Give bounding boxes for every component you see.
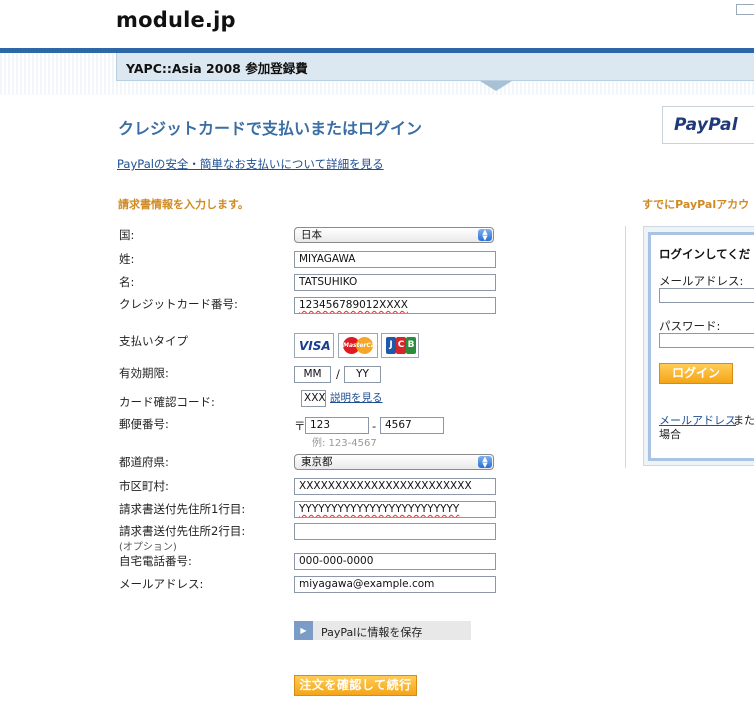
paypal-info-link[interactable]: PayPalの安全・簡単なお支払いについて詳細を見る [117, 156, 384, 172]
save-to-paypal-button[interactable]: ▶ PayPalに情報を保存 [294, 621, 471, 640]
email-input[interactable]: miyagawa@example.com [294, 576, 496, 593]
address1-input[interactable]: YYYYYYYYYYYYYYYYYYYYYYYYY [294, 501, 496, 518]
card-number-label: クレジットカード番号: [119, 297, 238, 311]
address2-label: 請求書送付先住所2行目: [119, 524, 246, 538]
country-label: 国: [119, 228, 135, 242]
column-divider [625, 226, 626, 468]
expiry-separator: / [336, 367, 340, 381]
mastercard-card-icon: MasterCard [338, 333, 382, 358]
expiry-label: 有効期限: [119, 366, 169, 380]
cvv-label: カード確認コード: [119, 395, 215, 409]
card-number-input[interactable]: 123456789012XXXX [294, 297, 496, 314]
city-input[interactable]: XXXXXXXXXXXXXXXXXXXXXXXX [294, 478, 496, 495]
banner-pointer-icon [480, 81, 512, 91]
forgot-text: また [733, 414, 754, 427]
first-name-input[interactable]: TATSUHIKO [294, 274, 496, 291]
paypal-logo-text: PayPal [674, 115, 738, 135]
postal-example-hint: 例: 123-4567 [312, 438, 377, 449]
country-select-value: 日本 [301, 229, 322, 241]
login-password-label: パスワード: [659, 319, 721, 333]
window-control[interactable] [736, 4, 754, 15]
login-title: ログインしてくだ [659, 247, 751, 261]
login-email-label: メールアドレス: [659, 274, 744, 288]
country-select[interactable]: 日本 ▲ ▼ [294, 227, 494, 243]
visa-logo-text: VISA [299, 339, 331, 353]
city-label: 市区町村: [119, 479, 169, 493]
email-label: メールアドレス: [119, 577, 204, 591]
phone-input[interactable]: 000-000-0000 [294, 553, 496, 570]
postal-separator: - [372, 419, 377, 433]
first-name-label: 名: [119, 275, 135, 289]
play-arrow-icon: ▶ [294, 621, 313, 640]
billing-section-heading: 請求書情報を入力します。 [118, 198, 249, 211]
merchant-title: YAPC::Asia 2008 参加登録費 [126, 61, 308, 76]
postal-label: 郵便番号: [119, 417, 169, 431]
mastercard-logo-text: MasterCard [343, 342, 383, 349]
last-name-label: 姓: [119, 252, 135, 266]
login-password-input[interactable] [659, 333, 754, 348]
address1-label: 請求書送付先住所1行目: [119, 502, 246, 516]
postal-code-part2-input[interactable]: 4567 [380, 417, 444, 434]
cvv-input[interactable]: XXX [301, 390, 326, 407]
select-arrows-icon: ▲ ▼ [478, 456, 492, 469]
postal-code-part1-input[interactable]: 123 [305, 417, 369, 434]
site-title: module.jp [116, 8, 236, 32]
login-button[interactable]: ログイン [659, 363, 733, 384]
page-title: クレジットカードで支払いまたはログイン [118, 119, 423, 138]
prefecture-select[interactable]: 東京都 ▲ ▼ [294, 454, 494, 470]
expiry-year-input[interactable]: YY [344, 366, 381, 383]
select-arrows-icon: ▲ ▼ [478, 229, 492, 242]
address2-optional-note: (オプション) [119, 542, 177, 553]
address2-input[interactable] [294, 523, 496, 540]
last-name-input[interactable]: MIYAGAWA [294, 251, 496, 268]
cvv-help-link[interactable]: 説明を見る [330, 390, 383, 405]
expiry-month-input[interactable]: MM [294, 366, 331, 383]
forgot-text-line2: 場合 [659, 428, 681, 441]
phone-label: 自宅電話番号: [119, 554, 192, 568]
prefecture-label: 都道府県: [119, 455, 169, 469]
paypal-logo: PayPal [662, 106, 754, 144]
existing-account-heading: すでにPayPalアカウ [642, 198, 750, 211]
save-to-paypal-label: PayPalに情報を保存 [321, 626, 423, 639]
visa-card-icon: VISA [294, 333, 334, 358]
jcb-card-icon: J C B [381, 333, 419, 358]
prefecture-select-value: 東京都 [301, 456, 333, 468]
payment-type-label: 支払いタイプ [119, 334, 188, 348]
login-email-input[interactable] [659, 288, 754, 303]
review-continue-button[interactable]: 注文を確認して続行 [294, 675, 417, 696]
postal-mark: 〒 [294, 419, 306, 433]
